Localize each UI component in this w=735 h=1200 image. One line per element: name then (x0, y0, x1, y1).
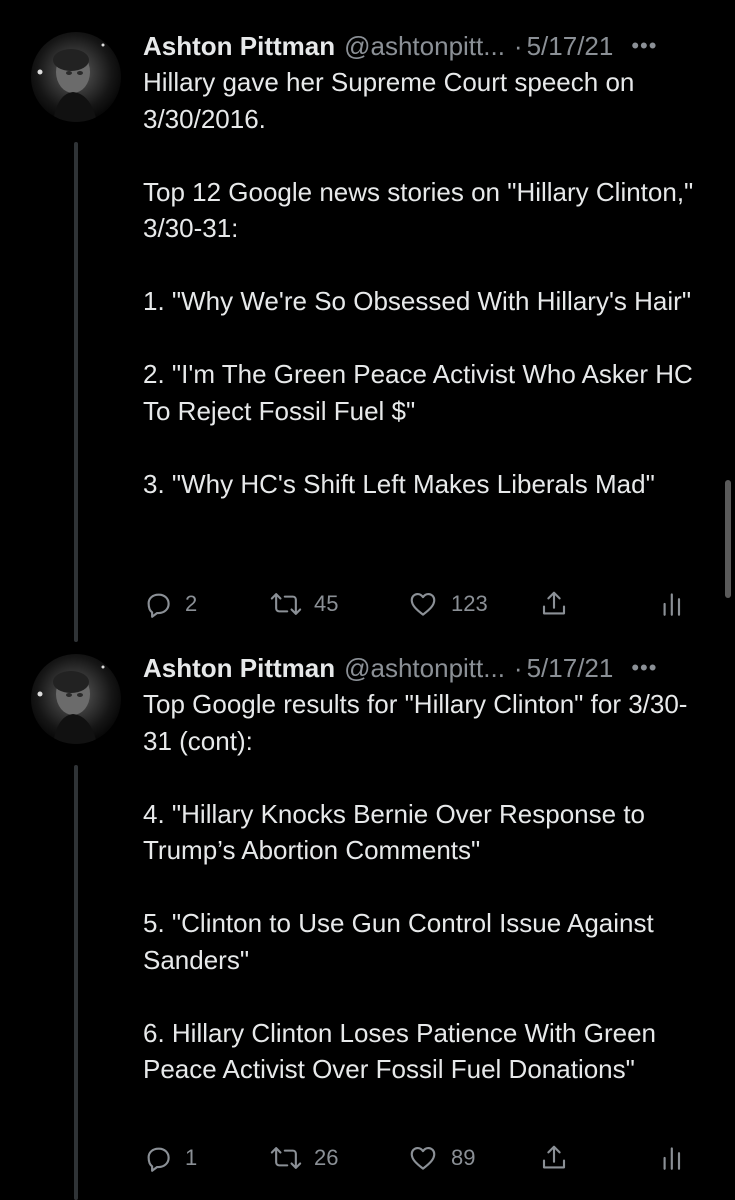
display-name[interactable]: Ashton Pittman (143, 650, 335, 686)
tweet-header: Ashton Pittman @ashtonpitt... · 5/17/21 … (143, 650, 703, 686)
heart-icon (410, 592, 436, 616)
reply-icon (147, 593, 170, 618)
tweet-paragraph: 5. "Clinton to Use Gun Control Issue Aga… (143, 908, 654, 975)
tweet-header: Ashton Pittman @ashtonpitt... · 5/17/21 … (143, 28, 703, 64)
share-icon (542, 1145, 566, 1169)
share-button[interactable] (539, 584, 569, 624)
retweet-button[interactable]: 26 (270, 1138, 338, 1178)
retweet-count: 26 (314, 1145, 339, 1170)
heart-icon (410, 1146, 436, 1170)
thread-connector (74, 142, 78, 642)
user-handle[interactable]: @ashtonpitt... (344, 28, 505, 64)
reply-count: 2 (185, 591, 198, 616)
like-button[interactable]: 89 (407, 1138, 475, 1178)
tweet-text: Top Google results for "Hillary Clinton"… (143, 686, 703, 1088)
display-name[interactable]: Ashton Pittman (143, 28, 335, 64)
tweet-date[interactable]: 5/17/21 (527, 650, 614, 686)
like-count: 123 (451, 591, 488, 616)
more-options-icon[interactable]: ••• (631, 28, 657, 64)
tweet-content: Ashton Pittman @ashtonpitt... · 5/17/21 … (143, 28, 703, 502)
retweet-icon (270, 1147, 302, 1169)
reply-button[interactable]: 1 (143, 1138, 197, 1178)
tweet-paragraph: Hillary gave her Supreme Court speech on… (143, 67, 635, 134)
tweet-date[interactable]: 5/17/21 (527, 28, 614, 64)
tweet-paragraph: 6. Hillary Clinton Loses Patience With G… (143, 1017, 657, 1085)
reply-button[interactable]: 2 (143, 584, 197, 624)
tweet-paragraph: 1. "Why We're So Obsessed With Hillary's… (143, 286, 692, 316)
thread-connector (74, 765, 78, 1200)
header-separator: · (513, 31, 523, 61)
tweet-paragraph: 2. "I'm The Green Peace Activist Who Ask… (143, 359, 693, 426)
retweet-count: 45 (314, 591, 339, 616)
more-options-icon[interactable]: ••• (631, 650, 657, 686)
scrollbar[interactable] (725, 480, 731, 598)
share-icon (542, 591, 566, 615)
avatar[interactable] (31, 654, 121, 744)
reply-count: 1 (185, 1145, 198, 1170)
tweet-paragraph: 4. "Hillary Knocks Bernie Over Response … (143, 798, 645, 866)
tweet-paragraph: Top Google results for "Hillary Clinton"… (143, 689, 688, 756)
tweet-actions: 1 26 89 (143, 1138, 703, 1178)
user-handle[interactable]: @ashtonpitt... (344, 650, 505, 686)
analytics-icon (663, 1147, 681, 1170)
tweet-paragraph: Top 12 Google news stories on "Hillary C… (143, 176, 694, 244)
retweet-icon (270, 593, 302, 615)
analytics-icon (663, 593, 681, 616)
timeline: Ashton Pittman @ashtonpitt... · 5/17/21 … (0, 0, 735, 1200)
tweet-text: Hillary gave her Supreme Court speech on… (143, 64, 703, 502)
analytics-button[interactable] (661, 1138, 685, 1178)
tweet-content: Ashton Pittman @ashtonpitt... · 5/17/21 … (143, 650, 703, 1088)
avatar[interactable] (31, 32, 121, 122)
retweet-button[interactable]: 45 (270, 584, 338, 624)
tweet-paragraph: 3. "Why HC's Shift Left Makes Liberals M… (143, 468, 655, 499)
like-button[interactable]: 123 (407, 584, 488, 624)
reply-icon (147, 1147, 170, 1172)
header-separator: · (513, 653, 523, 683)
like-count: 89 (451, 1145, 476, 1170)
share-button[interactable] (539, 1138, 569, 1178)
analytics-button[interactable] (661, 584, 685, 624)
tweet-actions: 2 45 123 (143, 584, 703, 624)
